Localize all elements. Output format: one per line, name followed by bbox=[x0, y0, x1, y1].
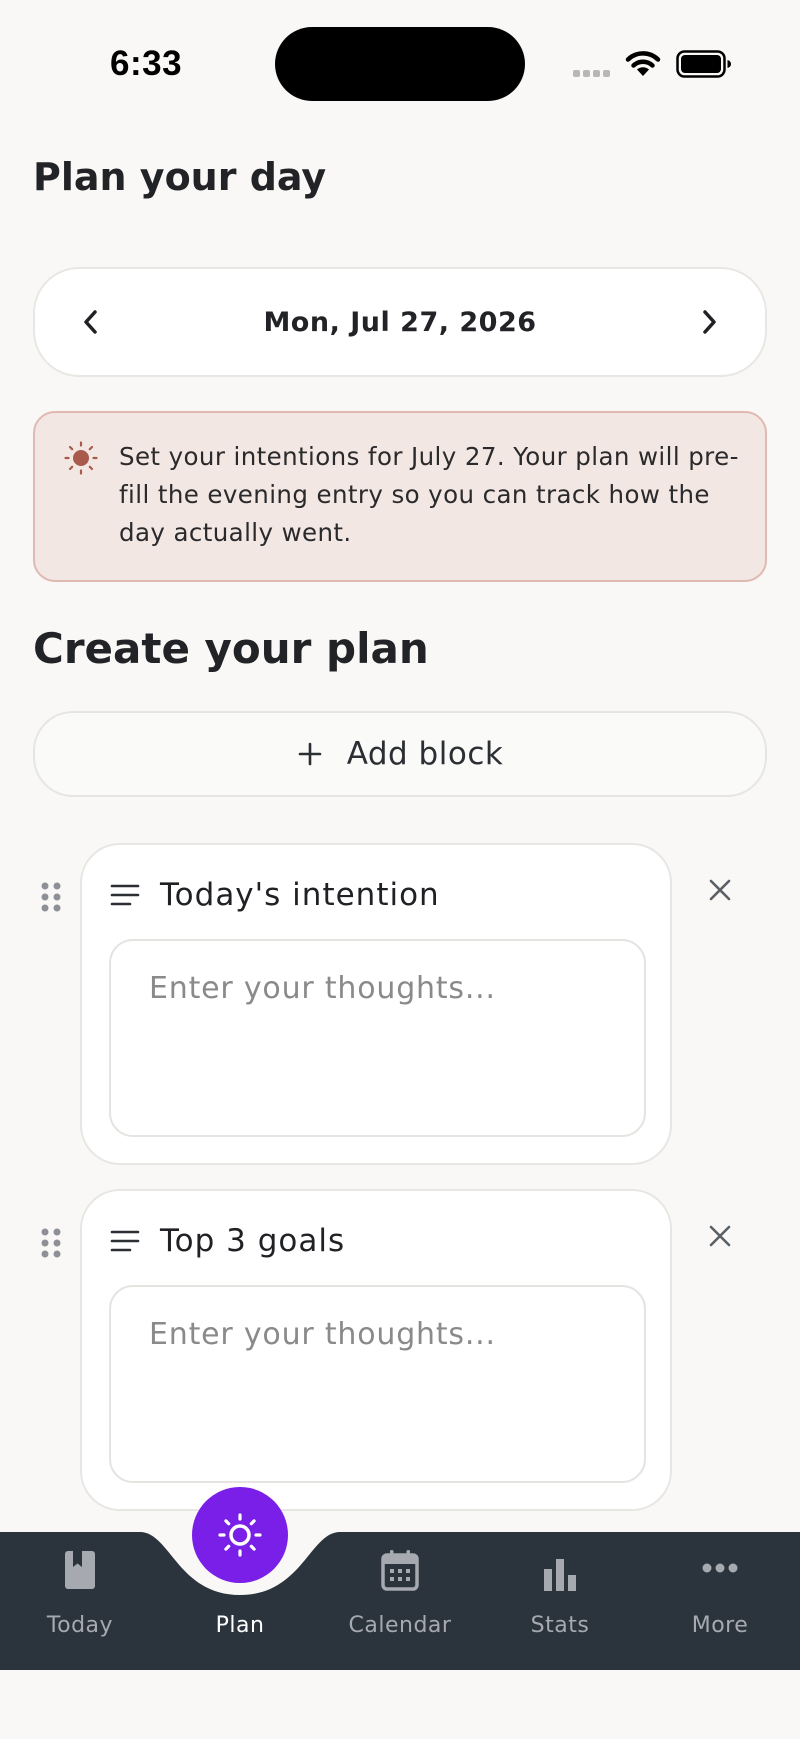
info-text: Set your intentions for July 27. Your pl… bbox=[119, 442, 739, 547]
close-icon bbox=[709, 879, 731, 901]
bar-chart-icon bbox=[544, 1559, 576, 1591]
block-title: Today's intention bbox=[160, 877, 440, 913]
block-title: Top 3 goals bbox=[160, 1223, 346, 1259]
info-banner: Set your intentions for July 27. Your pl… bbox=[33, 411, 767, 582]
text-lines-icon bbox=[110, 883, 140, 907]
tab-label: Calendar bbox=[348, 1613, 452, 1638]
add-block-label: Add block bbox=[346, 736, 504, 772]
plan-block-goals: Top 3 goals bbox=[80, 1189, 672, 1511]
battery-icon bbox=[676, 50, 731, 78]
status-bar: 6:33 bbox=[0, 0, 800, 120]
home-indicator-area bbox=[0, 1670, 800, 1739]
status-time: 6:33 bbox=[110, 44, 183, 83]
more-dots-icon bbox=[702, 1563, 738, 1573]
drag-handle-icon[interactable] bbox=[40, 881, 62, 913]
page-title: Plan your day bbox=[33, 155, 327, 199]
tab-calendar[interactable]: Calendar bbox=[330, 1545, 470, 1655]
remove-block-button[interactable] bbox=[700, 1216, 740, 1256]
close-icon bbox=[709, 1225, 731, 1247]
book-icon bbox=[65, 1551, 95, 1589]
text-lines-icon bbox=[110, 1229, 140, 1253]
dynamic-island bbox=[275, 27, 525, 101]
next-day-button[interactable] bbox=[655, 269, 765, 375]
sun-icon bbox=[218, 1513, 262, 1557]
section-title: Create your plan bbox=[33, 624, 429, 673]
cellular-signal-icon bbox=[573, 70, 613, 78]
sun-icon bbox=[64, 441, 98, 475]
tab-label: More bbox=[691, 1613, 749, 1638]
plan-fab-button[interactable] bbox=[192, 1487, 288, 1583]
drag-handle-icon[interactable] bbox=[40, 1227, 62, 1259]
chevron-left-icon bbox=[84, 310, 97, 334]
date-selector: Mon, Jul 27, 2026 bbox=[33, 267, 767, 377]
add-block-button[interactable]: Add block bbox=[33, 711, 767, 797]
block-text-input[interactable] bbox=[109, 1285, 646, 1483]
tab-stats[interactable]: Stats bbox=[490, 1545, 630, 1655]
tab-label: Stats bbox=[530, 1613, 590, 1638]
plus-icon bbox=[297, 741, 323, 767]
previous-day-button[interactable] bbox=[35, 269, 145, 375]
tab-bar: Today Plan Calendar Stats More bbox=[0, 1500, 800, 1670]
calendar-icon bbox=[381, 1550, 419, 1591]
tab-more[interactable]: More bbox=[650, 1545, 790, 1655]
tab-label: Today bbox=[46, 1613, 114, 1638]
tab-label: Plan bbox=[215, 1613, 265, 1638]
wifi-icon bbox=[625, 51, 661, 76]
tab-today[interactable]: Today bbox=[10, 1545, 150, 1655]
chevron-right-icon bbox=[703, 310, 716, 334]
block-text-input[interactable] bbox=[109, 939, 646, 1137]
remove-block-button[interactable] bbox=[700, 870, 740, 910]
plan-block-intention: Today's intention bbox=[80, 843, 672, 1165]
